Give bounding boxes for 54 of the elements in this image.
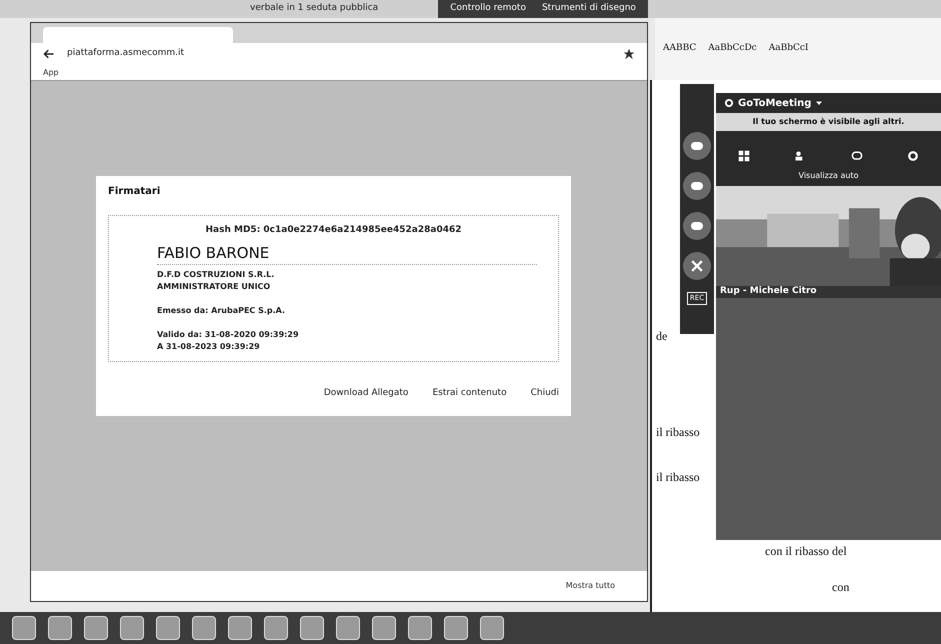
settings-icon xyxy=(906,150,919,162)
taskbar-app-icon[interactable] xyxy=(48,616,72,640)
taskbar-app-icon[interactable] xyxy=(228,616,252,640)
app-title: GoToMeeting xyxy=(738,96,812,110)
microphone-button[interactable] xyxy=(683,132,711,160)
camera-button[interactable] xyxy=(683,172,711,200)
taskbar-app-icon[interactable] xyxy=(192,616,216,640)
menu-button[interactable]: Controllo remoto xyxy=(450,2,526,16)
validity-text: A 31-08-2023 09:39:29 xyxy=(157,341,261,353)
signer-name: FABIO BARONE xyxy=(157,242,537,265)
show-all-link[interactable]: Mostra tutto xyxy=(566,580,615,592)
validity-text: Valido da: 31-08-2020 09:39:29 xyxy=(157,329,300,341)
style-preview[interactable]: AABBC xyxy=(663,42,696,56)
document-text: con il ribasso del xyxy=(765,543,847,560)
style-preview[interactable]: AaBbCcI xyxy=(768,42,808,56)
taskbar-app-icon[interactable] xyxy=(408,616,432,640)
menu-button[interactable]: Strumenti di disegno xyxy=(542,2,636,16)
grid-icon xyxy=(738,150,750,162)
issuer-text: Emesso da: ArubaPEC S.p.A. xyxy=(157,305,286,317)
taskbar-app-icon[interactable] xyxy=(120,616,144,640)
end-button[interactable] xyxy=(683,252,711,280)
dialog-title: Firmatari xyxy=(108,185,162,199)
star-icon xyxy=(623,48,635,60)
caret-icon xyxy=(815,99,824,107)
taskbar-app-icon[interactable] xyxy=(264,616,288,640)
taskbar-app-icon[interactable] xyxy=(300,616,324,640)
document-text: de xyxy=(656,328,668,345)
dialog-button[interactable]: Chiudi xyxy=(530,386,559,400)
taskbar-app-icon[interactable] xyxy=(372,616,396,640)
taskbar-app-icon[interactable] xyxy=(156,616,180,640)
company-text: AMMINISTRATORE UNICO xyxy=(157,281,272,293)
view-selector[interactable]: Visualizza auto xyxy=(798,170,858,182)
company-text: D.F.D COSTRUZIONI S.R.L. xyxy=(157,269,276,281)
document-text: il ribasso xyxy=(656,424,700,441)
taskbar-app-icon[interactable] xyxy=(480,616,504,640)
sharing-message: Il tuo schermo è visibile agli altri. xyxy=(752,116,904,128)
taskbar-app-icon[interactable] xyxy=(336,616,360,640)
taskbar-app-icon[interactable] xyxy=(84,616,108,640)
dialog-button[interactable]: Estrai contenuto xyxy=(432,386,507,400)
bookmark[interactable]: App xyxy=(43,66,59,78)
back-icon xyxy=(43,48,55,60)
chat-icon xyxy=(850,150,863,162)
document-text: il ribasso xyxy=(656,469,700,486)
screen-share-button[interactable] xyxy=(683,212,711,240)
hash-text: Hash MD5: 0c1a0e2274e6a214985ee452a28a0462 xyxy=(206,224,462,237)
close-icon xyxy=(691,260,703,272)
gear-icon xyxy=(724,98,734,108)
participant-name: Rup - Michele Citro xyxy=(720,285,817,298)
taskbar-app-icon[interactable] xyxy=(12,616,36,640)
document-text: con xyxy=(832,579,850,596)
taskbar-app-icon[interactable] xyxy=(444,616,468,640)
window-title: verbale in 1 seduta pubblica xyxy=(250,2,378,16)
dialog-button[interactable]: Download Allegato xyxy=(324,386,408,400)
style-preview[interactable]: AaBbCcDc xyxy=(708,42,757,56)
